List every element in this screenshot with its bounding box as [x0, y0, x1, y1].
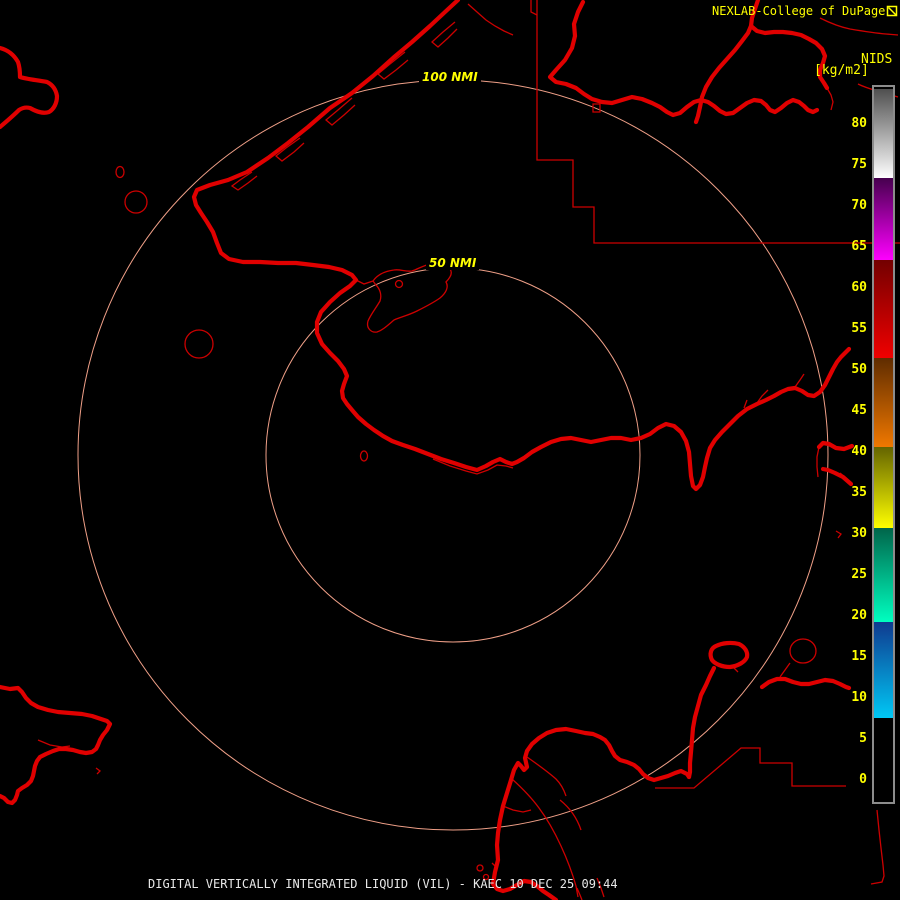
legend-units: [kg/m2] [814, 63, 869, 78]
colorbar-tick-55: 55 [851, 321, 867, 336]
small-lake [789, 638, 817, 664]
small-lake [184, 329, 214, 359]
colorbar-segment-white [874, 89, 893, 178]
colorbar-tick-20: 20 [851, 608, 867, 623]
bay-outline [355, 263, 452, 333]
product-title: DIGITAL VERTICALLY INTEGRATED LIQUID (VI… [148, 877, 618, 891]
colorbar-tick-65: 65 [851, 239, 867, 254]
dupage-logo-icon [886, 5, 898, 17]
state-boundary-southeast [655, 747, 846, 789]
small-island [476, 864, 484, 872]
colorbar-tick-80: 80 [851, 116, 867, 131]
coastline-south-island [490, 726, 692, 900]
colorbar-tick-5: 5 [859, 731, 867, 746]
coastline-southeast-squiggle [759, 676, 852, 691]
colorbar-tick-50: 50 [851, 362, 867, 377]
small-lake [115, 165, 125, 179]
colorbar-tick-35: 35 [851, 485, 867, 500]
colorbar-tick-10: 10 [851, 690, 867, 705]
coastline-main [191, 0, 852, 492]
colorbar-segment-red [874, 260, 893, 358]
coastline-southwest-landmass [0, 684, 113, 806]
range-ring-50nmi [265, 267, 641, 643]
colorbar-segment-black [874, 718, 893, 800]
colorbar-segment-magenta [874, 178, 893, 260]
boundary-right-edge [870, 809, 885, 885]
coastlines-thick [0, 0, 855, 900]
range-ring-label-100nmi: 100 NMI [419, 70, 481, 84]
range-ring-100nmi [77, 79, 829, 831]
colorbar-gradient [874, 87, 893, 802]
colorbar-tick-60: 60 [851, 280, 867, 295]
south-details [37, 458, 791, 900]
range-rings [77, 79, 829, 831]
coastline-detail-thin [37, 0, 899, 900]
colorbar-tick-30: 30 [851, 526, 867, 541]
small-lake [124, 190, 148, 214]
small-island [394, 279, 404, 289]
radar-app: NEXLAB-College of DuPage NIDS [kg/m2] 10… [0, 0, 900, 900]
radar-map [0, 0, 900, 900]
colorbar-tick-40: 40 [851, 444, 867, 459]
colorbar-segment-green [874, 528, 893, 622]
site-title: NEXLAB-College of DuPage [712, 4, 886, 18]
coastline-northwest-landmass [0, 45, 60, 130]
colorbar-tick-25: 25 [851, 567, 867, 582]
barrier-island-details [230, 0, 601, 191]
coastline-north-snake [547, 0, 820, 118]
colorbar-tick-70: 70 [851, 198, 867, 213]
small-island-southeast [708, 640, 750, 670]
colorbar-tick-45: 45 [851, 403, 867, 418]
colorbar-tick-15: 15 [851, 649, 867, 664]
colorbar-segment-blue [874, 622, 893, 718]
coastline-northeast-hook [748, 23, 830, 91]
colorbar-tick-75: 75 [851, 157, 867, 172]
colorbar-segment-yellow [874, 447, 893, 528]
colorbar-segment-orange [874, 358, 893, 447]
colorbar [872, 85, 895, 804]
colorbar-tick-0: 0 [859, 772, 867, 787]
coastline-island-connector [686, 665, 717, 780]
small-lake [359, 450, 369, 462]
range-ring-label-50nmi: 50 NMI [426, 256, 480, 270]
